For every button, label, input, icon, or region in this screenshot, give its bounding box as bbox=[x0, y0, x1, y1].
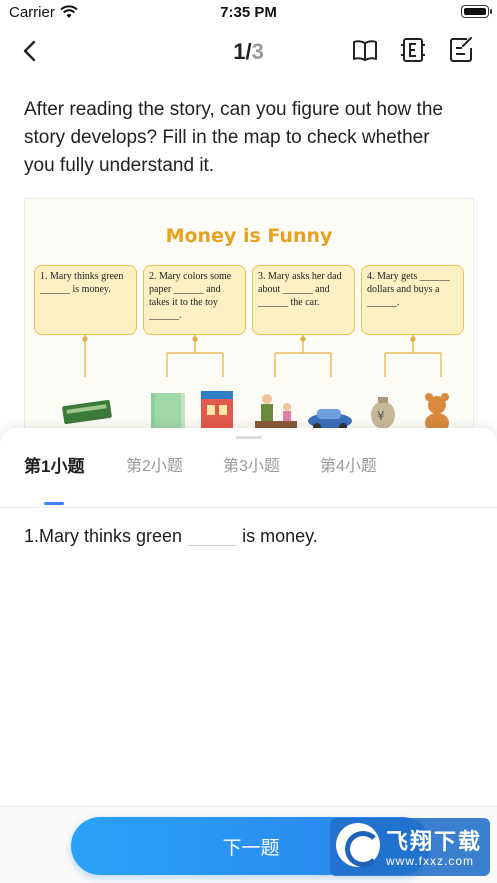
watermark: 飞翔下载 www.fxxz.com bbox=[330, 818, 490, 876]
fill-in-item: 1.Mary thinks green is money. bbox=[24, 526, 318, 547]
total-number: 3 bbox=[251, 39, 264, 64]
clock: 7:35 PM bbox=[220, 4, 277, 21]
story-box-2: 2. Mary colors some paper ______ and tak… bbox=[143, 265, 246, 335]
story-connectors bbox=[82, 335, 442, 377]
watermark-text: 飞翔下载 bbox=[386, 829, 483, 854]
book-icon[interactable] bbox=[351, 36, 379, 64]
nav-bar: 1/3 bbox=[0, 26, 497, 76]
note-edit-icon[interactable] bbox=[447, 36, 475, 64]
teddy-bear-icon bbox=[425, 393, 449, 433]
green-paper-icon bbox=[151, 393, 185, 431]
tab-sub-question-2[interactable]: 第2小题 bbox=[126, 452, 183, 476]
watermark-logo-icon bbox=[336, 823, 381, 867]
active-tab-indicator bbox=[44, 502, 64, 505]
money-stack-icon bbox=[62, 400, 112, 424]
story-map-title: Money is Funny bbox=[165, 225, 333, 247]
tab-sub-question-1[interactable]: 第1小题 bbox=[24, 452, 84, 477]
current-number: 1 bbox=[233, 39, 246, 64]
story-box-1: 1. Mary thinks green ______ is money. bbox=[34, 265, 137, 335]
story-map-image: Money is Funny 1. Mary thinks green ____… bbox=[24, 198, 474, 438]
watermark-url: www.fxxz.com bbox=[386, 854, 475, 868]
battery-icon bbox=[461, 5, 492, 18]
answer-blank[interactable] bbox=[188, 545, 237, 546]
money-bag-icon: ¥ bbox=[371, 397, 395, 429]
tab-sub-question-4[interactable]: 第4小题 bbox=[320, 452, 377, 476]
story-box-4: 4. Mary gets ______ dollars and buys a _… bbox=[361, 265, 464, 335]
drag-handle[interactable] bbox=[236, 436, 262, 439]
tab-sub-question-3[interactable]: 第3小题 bbox=[223, 452, 280, 476]
status-bar: Carrier 7:35 PM bbox=[0, 0, 497, 26]
item-text-after: is money. bbox=[242, 526, 318, 546]
answer-sheet: 第1小题 第2小题 第3小题 第4小题 1.Mary thinks green i… bbox=[0, 428, 497, 883]
question-text: After reading the story, can you figure … bbox=[24, 99, 443, 176]
item-text-before: 1.Mary thinks green bbox=[24, 526, 183, 546]
toy-shop-icon bbox=[201, 391, 233, 429]
divider bbox=[0, 507, 497, 508]
explanation-icon[interactable] bbox=[399, 36, 427, 64]
story-box-3: 3. Mary asks her dad about ______ and __… bbox=[252, 265, 355, 335]
svg-text:¥: ¥ bbox=[377, 409, 385, 423]
tab-bar: 第1小题 第2小题 第3小题 第4小题 bbox=[0, 452, 497, 508]
dad-and-mary-icon bbox=[255, 394, 297, 429]
